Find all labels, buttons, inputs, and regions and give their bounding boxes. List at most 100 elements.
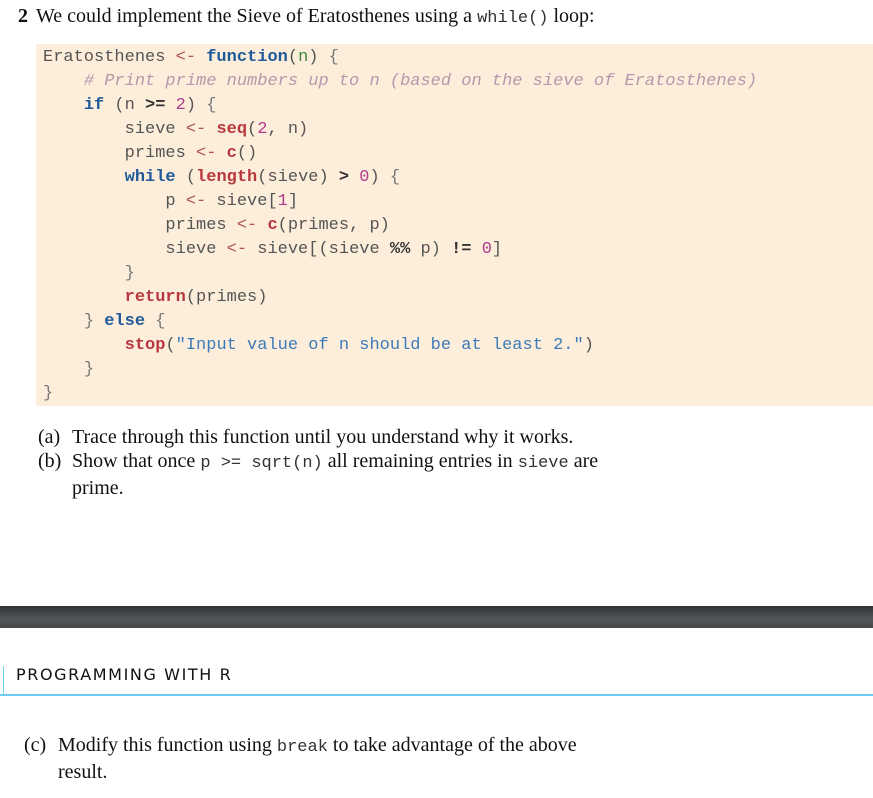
code-token-id: (primes) <box>185 288 268 307</box>
code-token-bang: != <box>451 240 472 259</box>
code-token-id: ( <box>175 168 197 187</box>
code-token-bang: >= <box>145 96 166 115</box>
code-line: sieve <- seq(2, n) <box>43 118 309 142</box>
code-token-arg: n <box>298 48 309 67</box>
code-line: primes <- c(primes, p) <box>43 214 390 238</box>
code-block: Eratosthenes <- function(n) { # Print pr… <box>36 44 873 406</box>
code-token-id <box>43 168 125 187</box>
code-token-num: 2 <box>257 120 268 139</box>
code-token-brace: { <box>155 312 166 331</box>
exercise-intro: 2 We could implement the Sieve of Eratost… <box>18 5 595 28</box>
code-token-bang: > <box>338 168 350 187</box>
code-token-brace: } <box>83 360 95 379</box>
part-b-label: (b) <box>38 450 62 472</box>
part-b-code-sieve: sieve <box>517 454 569 473</box>
part-c-code-break: break <box>276 738 328 757</box>
code-token-id <box>43 288 125 307</box>
code-line: } <box>43 382 53 406</box>
code-token-op: <- <box>185 192 207 211</box>
code-token-num: 0 <box>359 168 370 187</box>
part-a-text: Trace through this function until you un… <box>72 426 574 448</box>
code-token-brace: } <box>43 384 54 403</box>
code-token-id <box>472 240 482 259</box>
code-token-id: ] <box>491 240 503 259</box>
code-token-id: Eratosthenes <box>43 48 176 67</box>
code-token-cmt: # Print prime numbers up to n (based on … <box>83 72 758 91</box>
code-token-kw: else <box>104 312 146 331</box>
code-line: } else { <box>43 310 166 334</box>
code-token-op: <- <box>175 48 197 67</box>
intro-code-while: while() <box>477 9 549 28</box>
code-token-kw: if <box>83 96 105 115</box>
code-line: return(primes) <box>43 286 268 310</box>
code-token-num: 1 <box>277 192 288 211</box>
code-token-id: ( <box>287 48 299 67</box>
code-token-id: ( <box>247 120 258 139</box>
code-line: # Print prime numbers up to n (based on … <box>43 70 757 94</box>
code-token-fn: seq <box>216 120 248 139</box>
code-token-id: primes <box>43 216 237 235</box>
code-token-id <box>216 144 226 163</box>
code-token-id <box>43 96 84 115</box>
code-line: } <box>43 262 135 286</box>
code-token-brace: { <box>206 96 217 115</box>
part-b-code-condition: p >= sqrt(n) <box>200 454 323 473</box>
exercise-number: 2 <box>18 5 28 27</box>
code-token-num: 2 <box>175 96 186 115</box>
code-line: p <- sieve[1] <box>43 190 298 214</box>
code-token-op: <- <box>226 240 248 259</box>
code-token-id <box>43 264 125 283</box>
code-token-id: ] <box>287 192 299 211</box>
part-a-label: (a) <box>38 426 61 448</box>
code-token-op: <- <box>236 216 258 235</box>
code-token-id <box>196 48 206 67</box>
code-line: if (n >= 2) { <box>43 94 217 118</box>
part-c-text: Modify this function using <box>58 734 277 756</box>
running-head: PROGRAMMING WITH R <box>0 662 873 696</box>
code-line: sieve <- sieve[(sieve %% p) != 0] <box>43 238 502 262</box>
running-head-rule <box>3 666 4 694</box>
part-b-text: Show that once <box>72 450 201 472</box>
code-token-brace: { <box>389 168 401 187</box>
code-token-fn: c <box>267 216 278 235</box>
code-token-id: , n) <box>267 120 309 139</box>
code-line: primes <- c() <box>43 142 258 166</box>
code-token-brace: } <box>124 264 135 283</box>
code-token-id <box>43 312 84 331</box>
code-token-fn: c <box>226 144 237 163</box>
running-head-title: PROGRAMMING WITH R <box>16 665 233 684</box>
code-token-id: () <box>236 144 258 163</box>
code-token-id: sieve <box>43 120 186 139</box>
code-token-id <box>43 360 84 379</box>
code-token-id: ( <box>165 336 176 355</box>
code-token-id <box>94 312 104 331</box>
code-token-id: sieve[ <box>206 192 278 211</box>
code-line: stop("Input value of n should be at leas… <box>43 334 594 358</box>
code-token-id <box>165 96 175 115</box>
code-token-brace: } <box>83 312 95 331</box>
code-token-str: "Input value of n should be at least 2." <box>175 336 584 355</box>
code-token-bang: %% <box>389 240 411 259</box>
code-line: while (length(sieve) > 0) { <box>43 166 400 190</box>
code-token-id: p <box>43 192 186 211</box>
code-token-kw: while <box>124 168 176 187</box>
code-token-op: <- <box>185 120 207 139</box>
code-token-id: (primes, p) <box>277 216 390 235</box>
code-token-id: p) <box>410 240 452 259</box>
part-c-label: (c) <box>24 734 47 756</box>
code-token-fn: length <box>196 168 258 187</box>
part-c-body: (c) Modify this function using break to … <box>24 733 624 784</box>
code-line: Eratosthenes <- function(n) { <box>43 46 339 70</box>
part-c: (c) Modify this function using break to … <box>24 733 624 784</box>
code-line: } <box>43 358 94 382</box>
code-token-id <box>349 168 359 187</box>
part-b-text-middle: all remaining entries in <box>322 450 518 472</box>
code-token-id: ) <box>583 336 594 355</box>
code-token-id: (sieve) <box>257 168 339 187</box>
part-a: (a) Trace through this function until yo… <box>38 425 638 449</box>
part-b: (b) Show that once p >= sqrt(n) all rema… <box>38 449 638 500</box>
code-token-id: ) <box>185 96 207 115</box>
intro-text-end: loop: <box>548 5 595 27</box>
code-token-id <box>206 120 216 139</box>
code-token-id <box>43 72 84 91</box>
